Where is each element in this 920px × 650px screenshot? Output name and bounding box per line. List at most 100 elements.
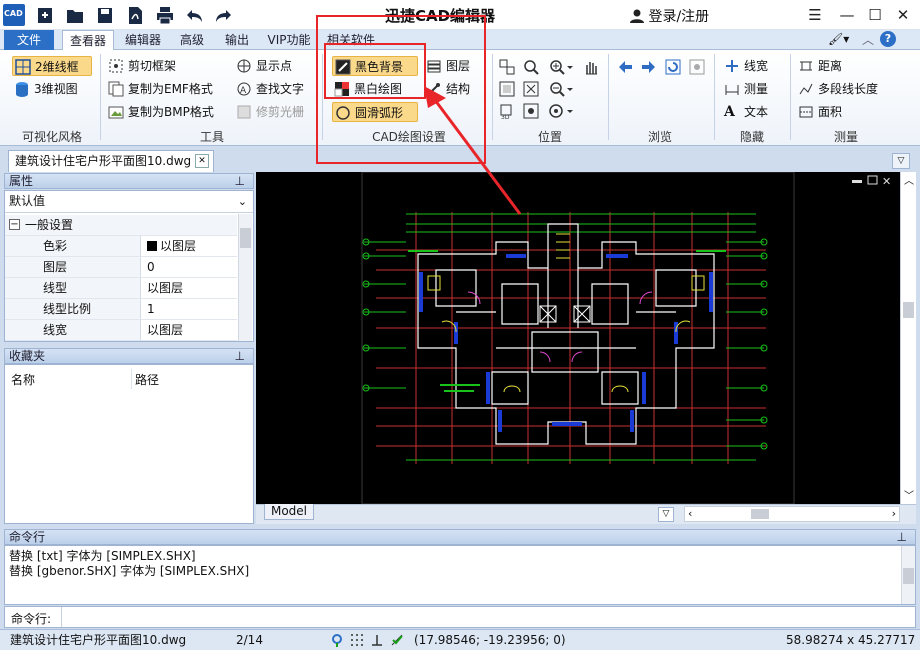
menu-icon[interactable]: ☰: [802, 4, 828, 26]
zoom-in-icon[interactable]: [548, 58, 574, 76]
view-options-icon[interactable]: [548, 102, 574, 120]
property-value[interactable]: 1: [145, 299, 237, 319]
pin-icon[interactable]: ⊥: [235, 349, 245, 363]
measure-hide-button[interactable]: 测量: [722, 79, 768, 99]
maximize-button[interactable]: ☐: [862, 4, 888, 26]
rotate-3d-icon[interactable]: 3D: [498, 102, 516, 121]
area-icon: [798, 104, 814, 120]
scrollbar-thumb[interactable]: [240, 228, 251, 248]
close-button[interactable]: ✕: [890, 4, 916, 26]
property-row[interactable]: 线型比例 1: [5, 299, 237, 320]
property-row[interactable]: 线型 以图层: [5, 278, 237, 299]
snap-icon[interactable]: [330, 633, 344, 647]
copy-bmp-button[interactable]: 复制为BMP格式: [106, 102, 214, 122]
property-value[interactable]: 0: [145, 257, 237, 277]
login-link[interactable]: 登录/注册: [630, 6, 709, 26]
app-logo-icon[interactable]: CAD: [3, 4, 25, 26]
drawing-viewport[interactable]: ✕: [256, 171, 916, 520]
copy-emf-button[interactable]: 复制为EMF格式: [106, 79, 213, 99]
document-tab[interactable]: 建筑设计住宅户形平面图10.dwg ✕: [8, 150, 214, 172]
layout-dropdown-icon[interactable]: ▽: [658, 507, 674, 522]
property-row[interactable]: 色彩 以图层: [5, 236, 237, 257]
tab-editor[interactable]: 编辑器: [120, 30, 166, 50]
save-icon[interactable]: [94, 4, 116, 26]
command-scrollbar[interactable]: [901, 546, 915, 604]
property-value[interactable]: 以图层: [145, 320, 237, 340]
copy-bmp-icon: [108, 104, 124, 120]
browse-disabled-icon[interactable]: [688, 58, 706, 76]
collapse-toggle-icon[interactable]: −: [9, 219, 20, 230]
property-value[interactable]: 以图层: [145, 236, 237, 256]
show-points-button[interactable]: 显示点: [234, 56, 292, 76]
vertical-scrollbar[interactable]: ︿ ﹀: [900, 172, 916, 504]
close-tab-icon[interactable]: ✕: [195, 154, 209, 168]
zoom-fit-icon[interactable]: [522, 80, 540, 98]
refresh-icon[interactable]: [664, 58, 682, 76]
polar-check-icon[interactable]: [390, 633, 404, 647]
properties-selector[interactable]: 默认值 ⌄: [5, 191, 253, 213]
app-logo-text: CAD: [4, 9, 23, 18]
find-text-button[interactable]: A 查找文字: [234, 79, 304, 99]
wireframe-2d-button[interactable]: 2维线框: [12, 56, 92, 76]
pin-icon[interactable]: ⊥: [897, 530, 907, 544]
line-width-button[interactable]: 线宽: [722, 56, 768, 76]
tab-output[interactable]: 输出: [218, 30, 256, 50]
pdf-icon[interactable]: [124, 4, 146, 26]
command-input[interactable]: [61, 607, 915, 627]
scroll-left-icon[interactable]: ‹: [688, 507, 692, 520]
tab-advanced[interactable]: 高级: [172, 30, 212, 50]
new-file-icon[interactable]: [34, 4, 56, 26]
redo-icon[interactable]: [212, 4, 234, 26]
tab-file[interactable]: 文件: [4, 30, 54, 50]
model-tab[interactable]: Model: [264, 504, 314, 520]
arrow-left-icon[interactable]: [616, 58, 634, 76]
collapse-icon[interactable]: ︿: [862, 31, 874, 48]
tab-vip[interactable]: VIP功能: [262, 30, 316, 50]
scrollbar-thumb[interactable]: [751, 509, 769, 519]
grid-icon[interactable]: [350, 633, 364, 647]
property-row[interactable]: 图层 0: [5, 257, 237, 278]
text-hide-button[interactable]: A 文本: [722, 102, 768, 122]
trim-raster-button[interactable]: 修剪光栅: [234, 102, 304, 122]
zoom-window-icon[interactable]: [522, 58, 540, 76]
property-value-text: 以图层: [160, 239, 197, 253]
area-button[interactable]: 面积: [796, 102, 842, 122]
help-icon[interactable]: ?: [880, 31, 896, 47]
group-separator: [608, 54, 609, 140]
favorites-column-path[interactable]: 路径: [135, 371, 235, 388]
property-value[interactable]: 以图层: [145, 278, 237, 298]
undo-icon[interactable]: [184, 4, 206, 26]
brush-icon[interactable]: 🖌▾: [828, 32, 854, 48]
print-icon[interactable]: [154, 4, 176, 26]
scrollbar-thumb[interactable]: [903, 302, 914, 318]
arrow-right-icon[interactable]: [640, 58, 658, 76]
scroll-right-icon[interactable]: ›: [892, 507, 896, 520]
property-key: 线型比例: [5, 299, 141, 319]
cad-drawing: ✕: [361, 171, 891, 505]
open-folder-icon[interactable]: [64, 4, 86, 26]
tab-list-icon[interactable]: ▽: [892, 153, 910, 169]
hand-icon[interactable]: [582, 58, 600, 76]
scroll-up-icon[interactable]: ︿: [904, 172, 914, 187]
zoom-out-icon[interactable]: [548, 80, 574, 98]
zoom-real-icon[interactable]: [522, 102, 540, 120]
horizontal-scrollbar[interactable]: ‹ ›: [684, 506, 900, 522]
zoom-extents-icon[interactable]: [498, 80, 516, 98]
distance-button[interactable]: 距离: [796, 56, 842, 76]
favorites-column-name[interactable]: 名称: [11, 371, 131, 388]
ortho-icon[interactable]: [370, 633, 384, 647]
pin-icon[interactable]: ⊥: [235, 174, 245, 188]
tab-viewer[interactable]: 查看器: [62, 30, 114, 51]
property-section-label: 一般设置: [25, 218, 74, 232]
pan-icon[interactable]: [498, 58, 516, 76]
clip-frame-button[interactable]: 剪切框架: [106, 56, 176, 76]
property-row[interactable]: 线宽 以图层: [5, 320, 237, 341]
polyline-length-button[interactable]: 多段线长度: [796, 79, 878, 99]
minimize-button[interactable]: —: [834, 4, 860, 26]
properties-scrollbar[interactable]: [238, 214, 252, 341]
property-key: 线型: [5, 278, 141, 298]
scroll-down-icon[interactable]: ﹀: [904, 487, 914, 502]
scrollbar-thumb[interactable]: [903, 568, 914, 584]
view-3d-button[interactable]: 3维视图: [12, 79, 92, 99]
property-section[interactable]: − 一般设置: [5, 215, 237, 236]
